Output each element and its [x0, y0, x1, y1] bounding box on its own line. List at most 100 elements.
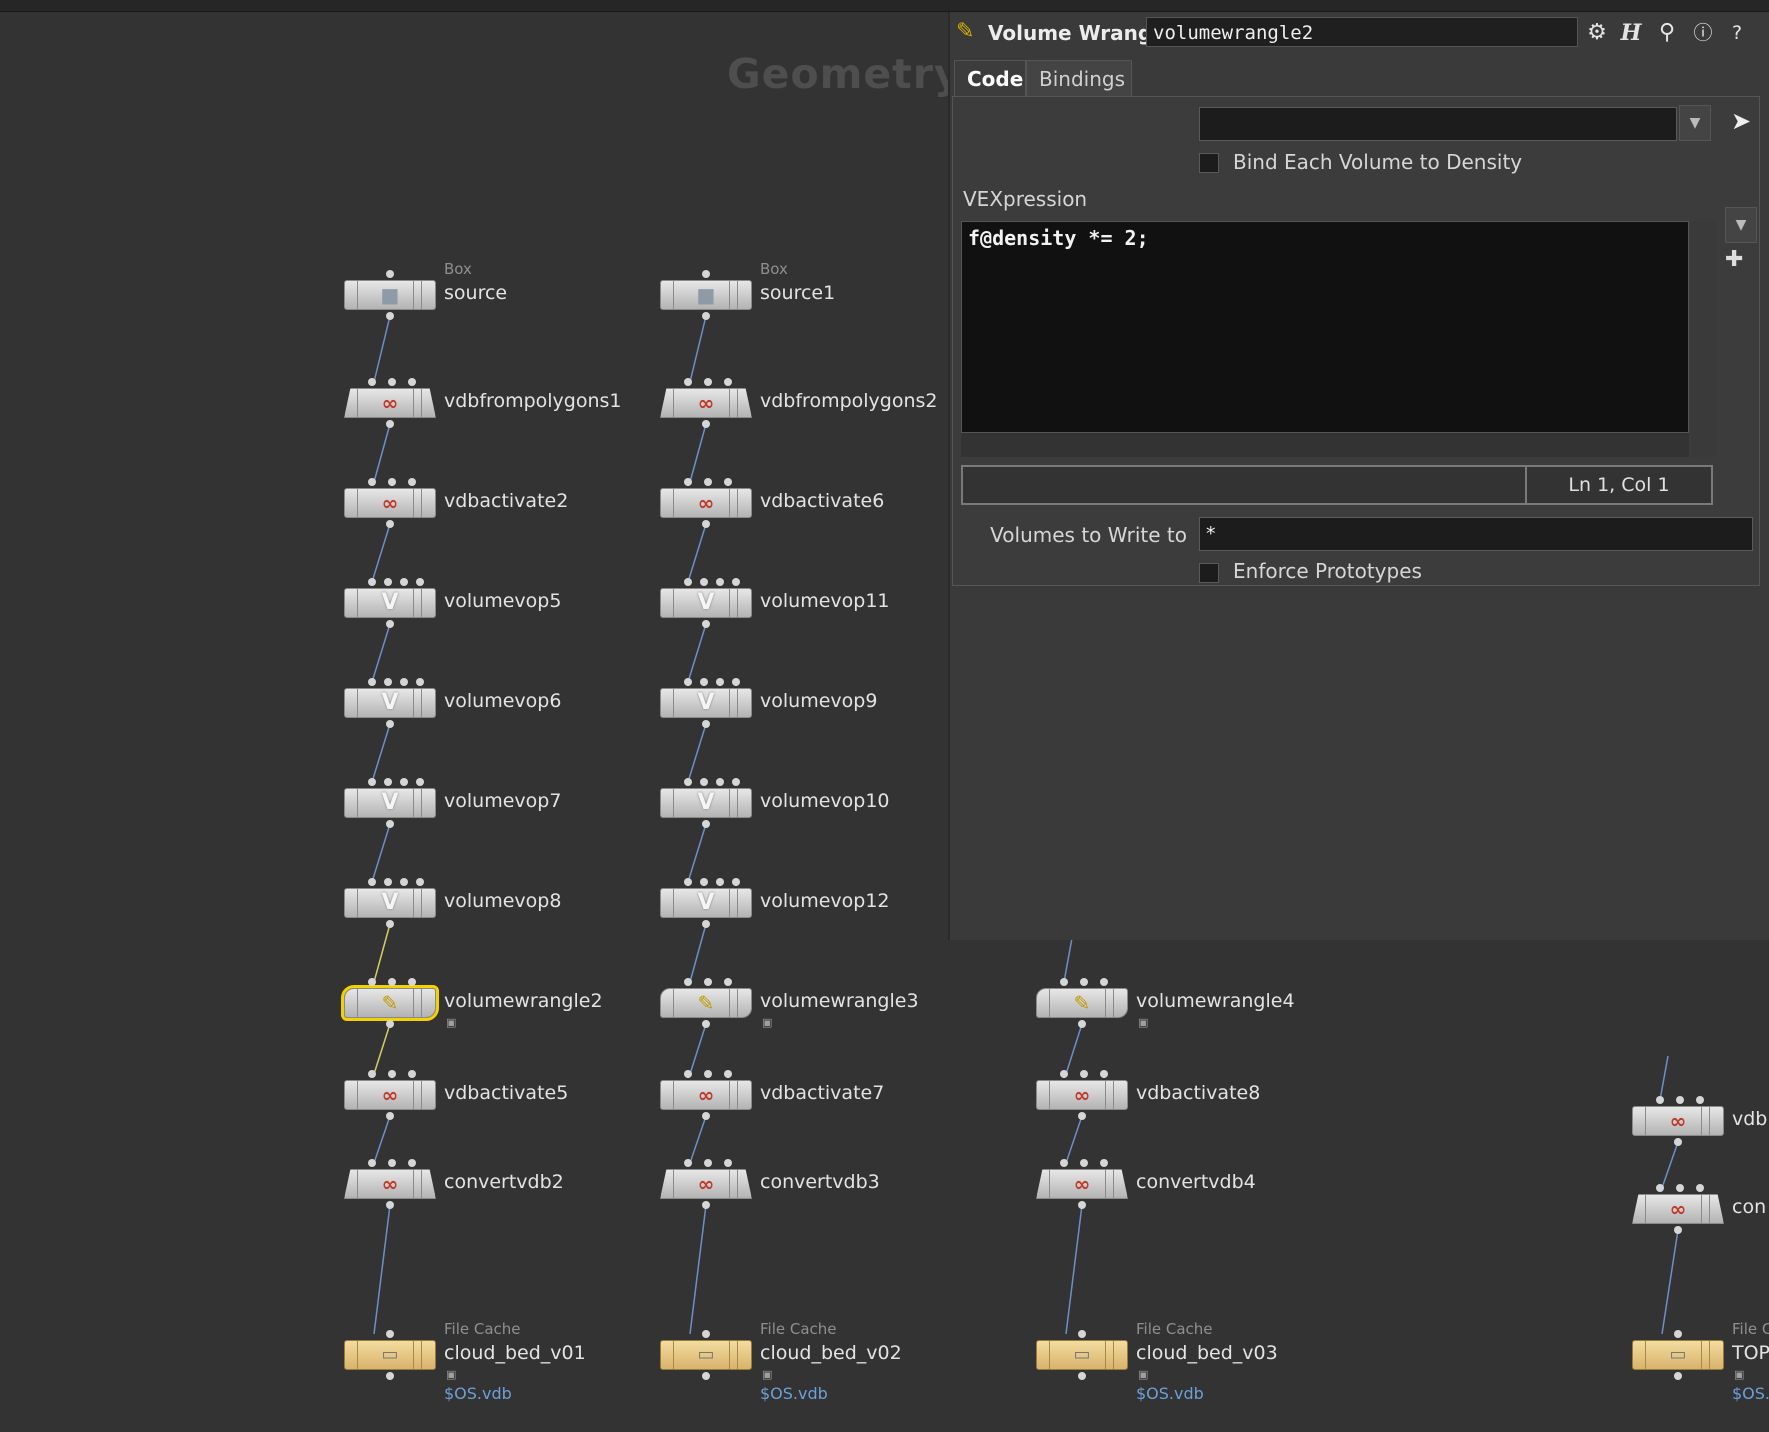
node-input-connector[interactable]	[384, 778, 392, 786]
node-name-label[interactable]: convertvdb2	[444, 1171, 564, 1193]
node-input-connector[interactable]	[724, 978, 732, 986]
node-volumewrangle4[interactable]: ✎	[1036, 978, 1128, 1028]
node-input-connector[interactable]	[1674, 1330, 1682, 1338]
node-input-connector[interactable]	[368, 478, 376, 486]
node-input-connector[interactable]	[704, 1070, 712, 1078]
node-input-connector[interactable]	[732, 878, 740, 886]
node-name-label[interactable]: source	[444, 282, 507, 304]
node-name-label[interactable]: volumewrangle3	[760, 990, 919, 1012]
node-input-connector[interactable]	[700, 778, 708, 786]
node-volumevop7[interactable]: V	[344, 778, 436, 828]
node-input-connector[interactable]	[1656, 1184, 1664, 1192]
node-input-connector[interactable]	[388, 978, 396, 986]
node-input-connector[interactable]	[724, 1070, 732, 1078]
node-input-connector[interactable]	[1060, 1159, 1068, 1167]
node-input-connector[interactable]	[704, 1159, 712, 1167]
node-name-label[interactable]: vdbactivate2	[444, 490, 568, 512]
node-input-connector[interactable]	[1078, 1330, 1086, 1338]
node-input-connector[interactable]	[684, 678, 692, 686]
node-name-label[interactable]: source1	[760, 282, 835, 304]
node-output-connector[interactable]	[702, 820, 710, 828]
node-volumevop8[interactable]: V	[344, 878, 436, 928]
gear-icon[interactable]: ⚙	[1582, 18, 1612, 48]
node-volumevop9[interactable]: V	[660, 678, 752, 728]
node-TOP[interactable]: ▭	[1632, 1330, 1724, 1380]
node-input-connector[interactable]	[386, 1330, 394, 1338]
node-output-connector[interactable]	[386, 1020, 394, 1028]
node-input-connector[interactable]	[684, 778, 692, 786]
node-input-connector[interactable]	[732, 578, 740, 586]
info-icon[interactable]: ⓘ	[1688, 18, 1718, 48]
node-output-connector[interactable]	[702, 1201, 710, 1209]
node-name-label[interactable]: cloud_bed_v02	[760, 1342, 902, 1364]
node-input-connector[interactable]	[684, 478, 692, 486]
node-output-connector[interactable]	[1078, 1020, 1086, 1028]
node-output-connector[interactable]	[702, 720, 710, 728]
node-input-connector[interactable]	[684, 978, 692, 986]
node-input-connector[interactable]	[368, 578, 376, 586]
node-input-connector[interactable]	[384, 578, 392, 586]
node-vdbactivate8[interactable]: ∞	[1036, 1070, 1128, 1120]
node-input-connector[interactable]	[1696, 1096, 1704, 1104]
node-output-connector[interactable]	[702, 312, 710, 320]
node-name-label[interactable]: volumevop9	[760, 690, 877, 712]
node-name-label[interactable]: volumevop7	[444, 790, 561, 812]
node-volumevop6[interactable]: V	[344, 678, 436, 728]
node-output-connector[interactable]	[386, 1201, 394, 1209]
node-input-connector[interactable]	[408, 1159, 416, 1167]
node-input-connector[interactable]	[416, 678, 424, 686]
node-input-connector[interactable]	[368, 778, 376, 786]
node-name-label[interactable]: vdbactivate7	[760, 1082, 884, 1104]
node-input-connector[interactable]	[716, 878, 724, 886]
node-input-connector[interactable]	[408, 1070, 416, 1078]
node-con[interactable]: ∞	[1632, 1184, 1724, 1234]
node-input-connector[interactable]	[704, 378, 712, 386]
node-input-connector[interactable]	[1676, 1184, 1684, 1192]
node-vdbactivate5[interactable]: ∞	[344, 1070, 436, 1120]
node-input-connector[interactable]	[368, 878, 376, 886]
node-output-connector[interactable]	[702, 420, 710, 428]
enforce-prototypes-checkbox[interactable]	[1199, 563, 1219, 583]
node-input-connector[interactable]	[1080, 1159, 1088, 1167]
node-name-label[interactable]: volumevop5	[444, 590, 561, 612]
node-output-connector[interactable]	[386, 720, 394, 728]
node-name-label[interactable]: vdbfrompolygons2	[760, 390, 938, 412]
node-name-label[interactable]: volumevop10	[760, 790, 890, 812]
tab-code[interactable]: Code	[954, 60, 1026, 96]
search-icon[interactable]: ⚲	[1652, 18, 1682, 48]
node-output-connector[interactable]	[1674, 1226, 1682, 1234]
node-vdbfrompolygons1[interactable]: ∞	[344, 378, 436, 428]
node-volumevop11[interactable]: V	[660, 578, 752, 628]
node-output-connector[interactable]	[702, 1112, 710, 1120]
node-input-connector[interactable]	[408, 378, 416, 386]
node-vdbfrompolygons2[interactable]: ∞	[660, 378, 752, 428]
node-input-connector[interactable]	[388, 378, 396, 386]
node-input-connector[interactable]	[1060, 978, 1068, 986]
node-input-connector[interactable]	[388, 1070, 396, 1078]
node-input-connector[interactable]	[1100, 978, 1108, 986]
node-input-connector[interactable]	[1080, 978, 1088, 986]
node-input-connector[interactable]	[400, 878, 408, 886]
node-name-label[interactable]: con	[1732, 1196, 1766, 1218]
node-input-connector[interactable]	[732, 778, 740, 786]
node-name-label[interactable]: volumewrangle4	[1136, 990, 1295, 1012]
node-name-label[interactable]: convertvdb4	[1136, 1171, 1256, 1193]
node-input-connector[interactable]	[408, 978, 416, 986]
node-input-connector[interactable]	[1100, 1159, 1108, 1167]
add-spare-parm-icon[interactable]: ✚	[1725, 247, 1743, 272]
node-input-connector[interactable]	[400, 678, 408, 686]
code-vertical-scrollbar[interactable]	[1691, 221, 1717, 457]
node-volumevop10[interactable]: V	[660, 778, 752, 828]
node-name-label[interactable]: TOP	[1732, 1342, 1769, 1364]
node-input-connector[interactable]	[1656, 1096, 1664, 1104]
node-input-connector[interactable]	[724, 378, 732, 386]
node-input-connector[interactable]	[684, 1159, 692, 1167]
group-dropdown-button[interactable]: ▼	[1679, 105, 1711, 141]
node-output-connector[interactable]	[1078, 1201, 1086, 1209]
node-source1[interactable]: ■	[660, 270, 752, 320]
node-output-connector[interactable]	[386, 1372, 394, 1380]
node-input-connector[interactable]	[716, 578, 724, 586]
node-name-label[interactable]: vdbactivate8	[1136, 1082, 1260, 1104]
node-input-connector[interactable]	[684, 578, 692, 586]
node-input-connector[interactable]	[700, 878, 708, 886]
